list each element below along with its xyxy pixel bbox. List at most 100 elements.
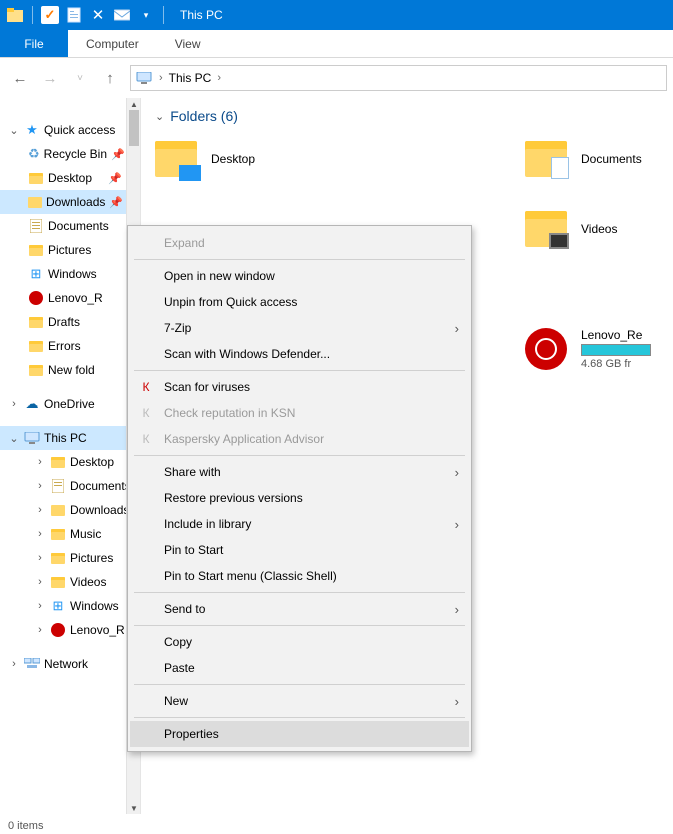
expand-icon[interactable]: ›	[34, 528, 46, 540]
tree-label: Videos	[70, 575, 106, 589]
tree-pc-pictures[interactable]: ›Pictures	[0, 546, 140, 570]
ctx-open-new-window[interactable]: Open in new window	[130, 263, 469, 289]
ctx-pin-start[interactable]: Pin to Start	[130, 537, 469, 563]
forward-button[interactable]: →	[36, 64, 64, 92]
ctx-check-ksn[interactable]: КCheck reputation in KSN	[130, 400, 469, 426]
file-tab[interactable]: File	[0, 30, 68, 57]
ctx-windows-defender[interactable]: Scan with Windows Defender...	[130, 341, 469, 367]
tree-label: Network	[44, 657, 88, 671]
tree-drafts[interactable]: Drafts	[0, 310, 140, 334]
ctx-properties[interactable]: Properties	[130, 721, 469, 747]
tree-network[interactable]: › Network	[0, 652, 140, 676]
ctx-label: Properties	[164, 727, 219, 741]
ctx-send-to[interactable]: Send to›	[130, 596, 469, 622]
ctx-copy[interactable]: Copy	[130, 629, 469, 655]
ctx-label: Expand	[164, 236, 205, 250]
separator	[134, 259, 465, 260]
expand-icon[interactable]: ›	[34, 456, 46, 468]
expand-icon[interactable]: ›	[34, 576, 46, 588]
folder-desktop[interactable]: Desktop	[155, 134, 415, 184]
chevron-right-icon[interactable]: ›	[217, 72, 221, 84]
ctx-7zip[interactable]: 7-Zip›	[130, 315, 469, 341]
tree-pc-documents[interactable]: ›Documents	[0, 474, 140, 498]
ctx-include-library[interactable]: Include in library›	[130, 511, 469, 537]
chevron-right-icon[interactable]: ›	[159, 72, 163, 84]
document-icon	[50, 478, 66, 494]
ctx-unpin-quick-access[interactable]: Unpin from Quick access	[130, 289, 469, 315]
tree-pc-music[interactable]: ›Music	[0, 522, 140, 546]
scroll-up-icon[interactable]: ▲	[127, 98, 141, 110]
tree-pc-videos[interactable]: › Videos	[0, 570, 140, 594]
tree-label: Downloads	[46, 195, 105, 209]
tree-lenovo-r[interactable]: Lenovo_R	[0, 286, 140, 310]
folder-icon	[525, 141, 567, 177]
tree-downloads[interactable]: Downloads 📌	[0, 190, 140, 214]
recent-dropdown[interactable]: ˅	[66, 64, 94, 92]
expand-icon[interactable]: ›	[34, 504, 46, 516]
expand-icon[interactable]: ›	[34, 480, 46, 492]
section-folders[interactable]: ⌄ Folders (6)	[155, 108, 665, 124]
ctx-expand[interactable]: Expand	[130, 230, 469, 256]
ctx-pin-classic-shell[interactable]: Pin to Start menu (Classic Shell)	[130, 563, 469, 589]
ctx-label: Scan for viruses	[164, 380, 250, 394]
tree-documents[interactable]: Documents	[0, 214, 140, 238]
ctx-paste[interactable]: Paste	[130, 655, 469, 681]
back-button[interactable]: ←	[6, 64, 34, 92]
pin-icon: 📌	[109, 196, 123, 209]
status-bar: 0 items	[8, 820, 43, 832]
collapse-icon[interactable]: ⌄	[155, 110, 164, 123]
tree-pc-windows[interactable]: ›⊞Windows	[0, 594, 140, 618]
tree-windows[interactable]: ⊞ Windows	[0, 262, 140, 286]
checkbox-icon[interactable]: ✓	[41, 6, 59, 24]
ctx-restore-versions[interactable]: Restore previous versions	[130, 485, 469, 511]
ctx-kaspersky-advisor[interactable]: КKaspersky Application Advisor	[130, 426, 469, 452]
scroll-thumb[interactable]	[129, 110, 139, 146]
expand-icon[interactable]: ›	[34, 624, 46, 636]
tree-pc-lenovo-r[interactable]: ›Lenovo_R	[0, 618, 140, 642]
mail-icon[interactable]	[113, 6, 131, 24]
ctx-scan-viruses[interactable]: КScan for viruses	[130, 374, 469, 400]
scroll-down-icon[interactable]: ▼	[127, 802, 141, 814]
tree-this-pc[interactable]: ⌄ This PC	[0, 426, 140, 450]
ctx-label: Kaspersky Application Advisor	[164, 432, 324, 446]
dropdown-icon[interactable]: ▾	[137, 6, 155, 24]
tree-desktop[interactable]: Desktop 📌	[0, 166, 140, 190]
collapse-icon[interactable]: ⌄	[8, 124, 20, 137]
tree-errors[interactable]: Errors	[0, 334, 140, 358]
collapse-icon[interactable]: ⌄	[8, 432, 20, 445]
tree-label: Downloads	[70, 503, 129, 517]
expand-icon[interactable]: ›	[8, 658, 20, 670]
item-label: Videos	[581, 222, 617, 236]
folder-icon	[50, 454, 66, 470]
tree-label: Documents	[48, 219, 109, 233]
close-icon[interactable]: ✕	[89, 6, 107, 24]
folder-documents[interactable]: Documents	[525, 134, 665, 184]
ctx-share-with[interactable]: Share with›	[130, 459, 469, 485]
separator	[134, 370, 465, 371]
folder-icon	[28, 242, 44, 258]
tree-new-folder[interactable]: New fold	[0, 358, 140, 382]
tree-label: Windows	[48, 267, 97, 281]
tree-label: Windows	[70, 599, 119, 613]
drive-lenovo[interactable]: Lenovo_Re 4.68 GB fr	[525, 324, 665, 374]
paste-icon[interactable]	[65, 6, 83, 24]
expand-icon[interactable]: ›	[34, 600, 46, 612]
breadcrumb-text[interactable]: This PC	[169, 71, 212, 85]
separator	[134, 717, 465, 718]
up-button[interactable]: ↑	[96, 64, 124, 92]
tree-recycle-bin[interactable]: ♻ Recycle Bin 📌	[0, 142, 140, 166]
expand-icon[interactable]: ›	[8, 398, 20, 410]
windows-icon: ⊞	[28, 266, 44, 282]
tree-pc-desktop[interactable]: ›Desktop	[0, 450, 140, 474]
tree-pc-downloads[interactable]: › Downloads	[0, 498, 140, 522]
ctx-new[interactable]: New›	[130, 688, 469, 714]
tab-view[interactable]: View	[157, 30, 219, 57]
tree-onedrive[interactable]: › ☁ OneDrive	[0, 392, 140, 416]
expand-icon[interactable]: ›	[34, 552, 46, 564]
breadcrumb[interactable]: › This PC ›	[130, 65, 667, 91]
folder-videos[interactable]: Videos	[525, 204, 665, 254]
tree-pictures[interactable]: Pictures	[0, 238, 140, 262]
tree-quick-access[interactable]: ⌄ ★ Quick access	[0, 118, 140, 142]
folder-icon	[28, 170, 44, 186]
tab-computer[interactable]: Computer	[68, 30, 157, 57]
